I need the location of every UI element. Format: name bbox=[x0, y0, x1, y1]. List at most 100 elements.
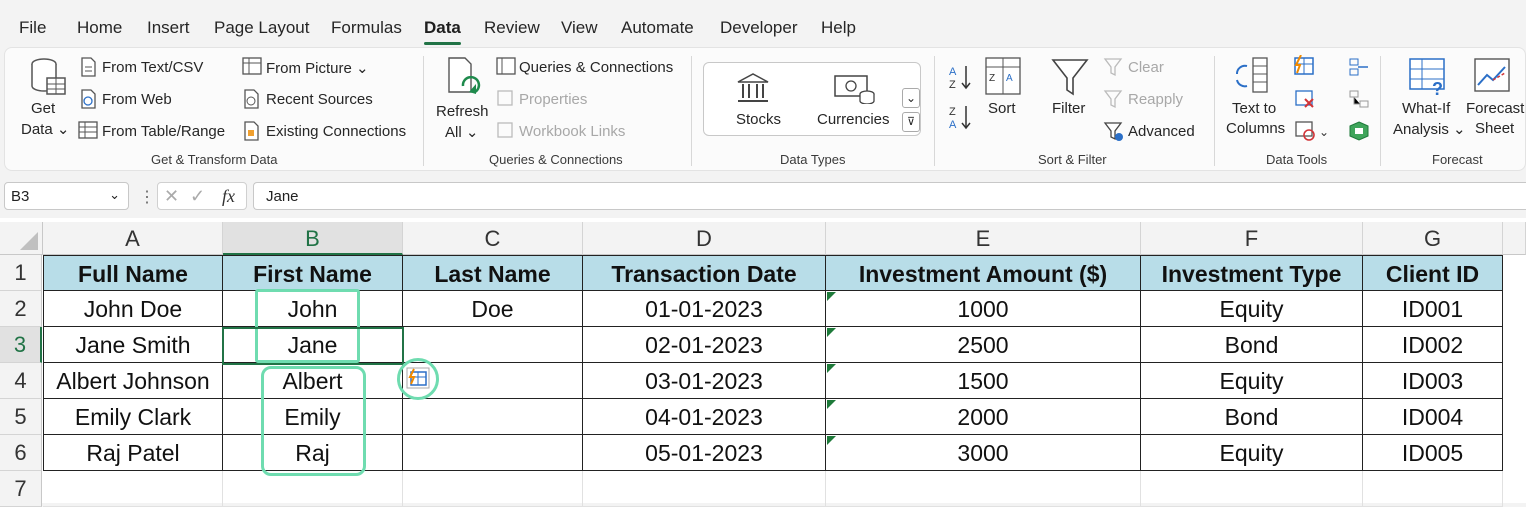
empty-cell[interactable] bbox=[223, 471, 403, 507]
existing-connections-button[interactable]: Existing Connections bbox=[266, 123, 406, 140]
advanced-button[interactable]: Advanced bbox=[1128, 123, 1195, 140]
get-data-label-2[interactable]: Data ⌄ bbox=[21, 120, 69, 138]
from-table-range-button[interactable]: From Table/Range bbox=[102, 123, 225, 140]
from-picture-button[interactable]: From Picture ⌄ bbox=[266, 59, 369, 77]
row-header-4[interactable]: 4 bbox=[0, 363, 42, 399]
cell-e3[interactable]: 2500 bbox=[826, 327, 1141, 363]
column-header-e[interactable]: E bbox=[826, 222, 1141, 255]
more-options-icon[interactable]: ⋮ bbox=[139, 187, 155, 207]
sort-za-icon[interactable]: ZA bbox=[948, 103, 974, 131]
text-to-columns-label-1[interactable]: Text to bbox=[1232, 100, 1276, 117]
what-if-label-1[interactable]: What-If bbox=[1402, 100, 1450, 117]
empty-cell[interactable] bbox=[1141, 471, 1363, 507]
data-model-icon[interactable] bbox=[1348, 120, 1370, 142]
relationships-icon[interactable] bbox=[1348, 89, 1370, 109]
tab-home[interactable]: Home bbox=[77, 18, 122, 38]
header-cell[interactable]: Client ID bbox=[1363, 255, 1503, 291]
name-box[interactable]: B3 ⌄ bbox=[4, 182, 129, 210]
cell-d4[interactable]: 03-01-2023 bbox=[583, 363, 826, 399]
column-header-b[interactable]: B bbox=[223, 222, 403, 255]
tab-file[interactable]: File bbox=[19, 18, 46, 38]
refresh-icon[interactable] bbox=[445, 56, 483, 100]
tab-page-layout[interactable]: Page Layout bbox=[214, 18, 309, 38]
column-header-c[interactable]: C bbox=[403, 222, 583, 255]
row-header-6[interactable]: 6 bbox=[0, 435, 42, 471]
forecast-sheet-icon[interactable] bbox=[1473, 57, 1513, 95]
cell-c5[interactable] bbox=[403, 399, 583, 435]
cell-e5[interactable]: 2000 bbox=[826, 399, 1141, 435]
header-cell[interactable]: Investment Type bbox=[1141, 255, 1363, 291]
sort-button[interactable]: Sort bbox=[988, 100, 1016, 117]
cell-a5[interactable]: Emily Clark bbox=[43, 399, 223, 435]
cell-f4[interactable]: Equity bbox=[1141, 363, 1363, 399]
workbook-links-button[interactable]: Workbook Links bbox=[519, 123, 625, 140]
recent-sources-button[interactable]: Recent Sources bbox=[266, 91, 373, 108]
get-data-label-1[interactable]: Get bbox=[31, 100, 55, 117]
insert-function-icon[interactable]: fx bbox=[222, 186, 235, 207]
filter-button[interactable]: Filter bbox=[1052, 100, 1085, 117]
row-header-1[interactable]: 1 bbox=[0, 255, 42, 291]
filter-icon[interactable] bbox=[1051, 58, 1089, 98]
header-cell[interactable]: Transaction Date bbox=[583, 255, 826, 291]
cell-d3[interactable]: 02-01-2023 bbox=[583, 327, 826, 363]
row-header-3[interactable]: 3 bbox=[0, 327, 42, 363]
sort-dialog-icon[interactable]: ZA bbox=[985, 57, 1023, 97]
cell-e6[interactable]: 3000 bbox=[826, 435, 1141, 471]
queries-connections-button[interactable]: Queries & Connections bbox=[519, 59, 673, 76]
get-data-icon[interactable] bbox=[29, 56, 69, 100]
header-cell[interactable]: Investment Amount ($) bbox=[826, 255, 1141, 291]
sort-az-icon[interactable]: AZ bbox=[948, 63, 974, 91]
text-to-columns-icon[interactable] bbox=[1233, 56, 1273, 96]
tab-formulas[interactable]: Formulas bbox=[331, 18, 402, 38]
tab-data[interactable]: Data bbox=[424, 18, 461, 45]
cell-e4[interactable]: 1500 bbox=[826, 363, 1141, 399]
cell-c6[interactable] bbox=[403, 435, 583, 471]
column-header-a[interactable]: A bbox=[43, 222, 223, 255]
what-if-analysis-icon[interactable]: ? bbox=[1408, 57, 1450, 97]
data-validation-icon[interactable]: ⌄ bbox=[1294, 120, 1328, 142]
cell-d2[interactable]: 01-01-2023 bbox=[583, 291, 826, 327]
tab-automate[interactable]: Automate bbox=[621, 18, 694, 38]
tab-view[interactable]: View bbox=[561, 18, 598, 38]
from-web-button[interactable]: From Web bbox=[102, 91, 172, 108]
remove-duplicates-icon[interactable] bbox=[1294, 89, 1316, 109]
clear-button[interactable]: Clear bbox=[1128, 59, 1164, 76]
header-cell[interactable]: Full Name bbox=[43, 255, 223, 291]
cell-a4[interactable]: Albert Johnson bbox=[43, 363, 223, 399]
formula-input[interactable]: Jane bbox=[253, 182, 1526, 210]
stocks-button[interactable]: Stocks bbox=[736, 111, 781, 128]
flash-fill-icon[interactable] bbox=[1292, 55, 1316, 77]
row-header-5[interactable]: 5 bbox=[0, 399, 42, 435]
currencies-button[interactable]: Currencies bbox=[817, 111, 890, 128]
refresh-all-label-1[interactable]: Refresh bbox=[436, 103, 489, 120]
what-if-label-2[interactable]: Analysis ⌄ bbox=[1393, 120, 1466, 138]
tab-developer[interactable]: Developer bbox=[720, 18, 798, 38]
cell-c3[interactable] bbox=[403, 327, 583, 363]
tab-help[interactable]: Help bbox=[821, 18, 856, 38]
header-cell[interactable]: Last Name bbox=[403, 255, 583, 291]
cell-a2[interactable]: John Doe bbox=[43, 291, 223, 327]
header-cell[interactable]: First Name bbox=[223, 255, 403, 291]
cell-a6[interactable]: Raj Patel bbox=[43, 435, 223, 471]
reapply-button[interactable]: Reapply bbox=[1128, 91, 1183, 108]
cell-d6[interactable]: 05-01-2023 bbox=[583, 435, 826, 471]
refresh-all-label-2[interactable]: All ⌄ bbox=[445, 123, 478, 141]
cell-c2[interactable]: Doe bbox=[403, 291, 583, 327]
column-header-f[interactable]: F bbox=[1141, 222, 1363, 255]
empty-cell[interactable] bbox=[403, 471, 583, 507]
cancel-icon[interactable]: ✕ bbox=[164, 186, 179, 207]
text-to-columns-label-2[interactable]: Columns bbox=[1226, 120, 1285, 137]
cell-a3[interactable]: Jane Smith bbox=[43, 327, 223, 363]
tab-insert[interactable]: Insert bbox=[147, 18, 190, 38]
cell-d5[interactable]: 04-01-2023 bbox=[583, 399, 826, 435]
gallery-more-button[interactable]: ⊽ bbox=[902, 112, 920, 132]
row-header-2[interactable]: 2 bbox=[0, 291, 42, 327]
cell-g2[interactable]: ID001 bbox=[1363, 291, 1503, 327]
cell-f6[interactable]: Equity bbox=[1141, 435, 1363, 471]
empty-cell[interactable] bbox=[43, 471, 223, 507]
flash-fill-options-icon[interactable] bbox=[405, 366, 431, 390]
consolidate-icon[interactable] bbox=[1348, 57, 1370, 77]
column-header-d[interactable]: D bbox=[583, 222, 826, 255]
cell-g5[interactable]: ID004 bbox=[1363, 399, 1503, 435]
cell-f5[interactable]: Bond bbox=[1141, 399, 1363, 435]
